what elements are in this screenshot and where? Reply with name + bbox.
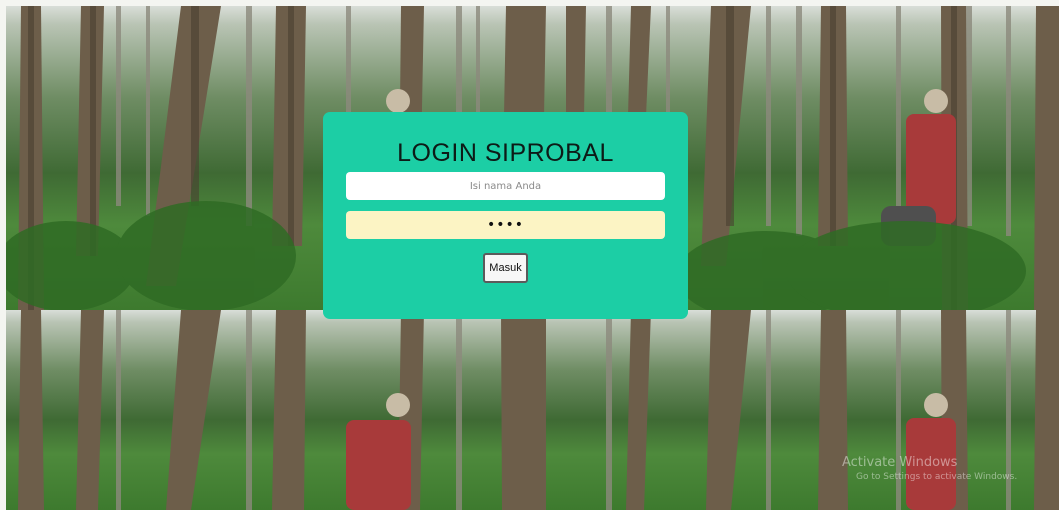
login-page: LOGIN SIPROBAL Masuk Activate Windows Go…	[0, 0, 1059, 510]
name-input[interactable]	[346, 172, 665, 200]
password-input[interactable]	[346, 211, 665, 239]
submit-button[interactable]: Masuk	[483, 253, 528, 283]
login-form-card: LOGIN SIPROBAL Masuk	[323, 112, 688, 319]
login-title: LOGIN SIPROBAL	[397, 139, 614, 167]
tree-trunks-illustration-repeat	[18, 310, 1059, 510]
background-photo-bottom	[6, 310, 1059, 510]
